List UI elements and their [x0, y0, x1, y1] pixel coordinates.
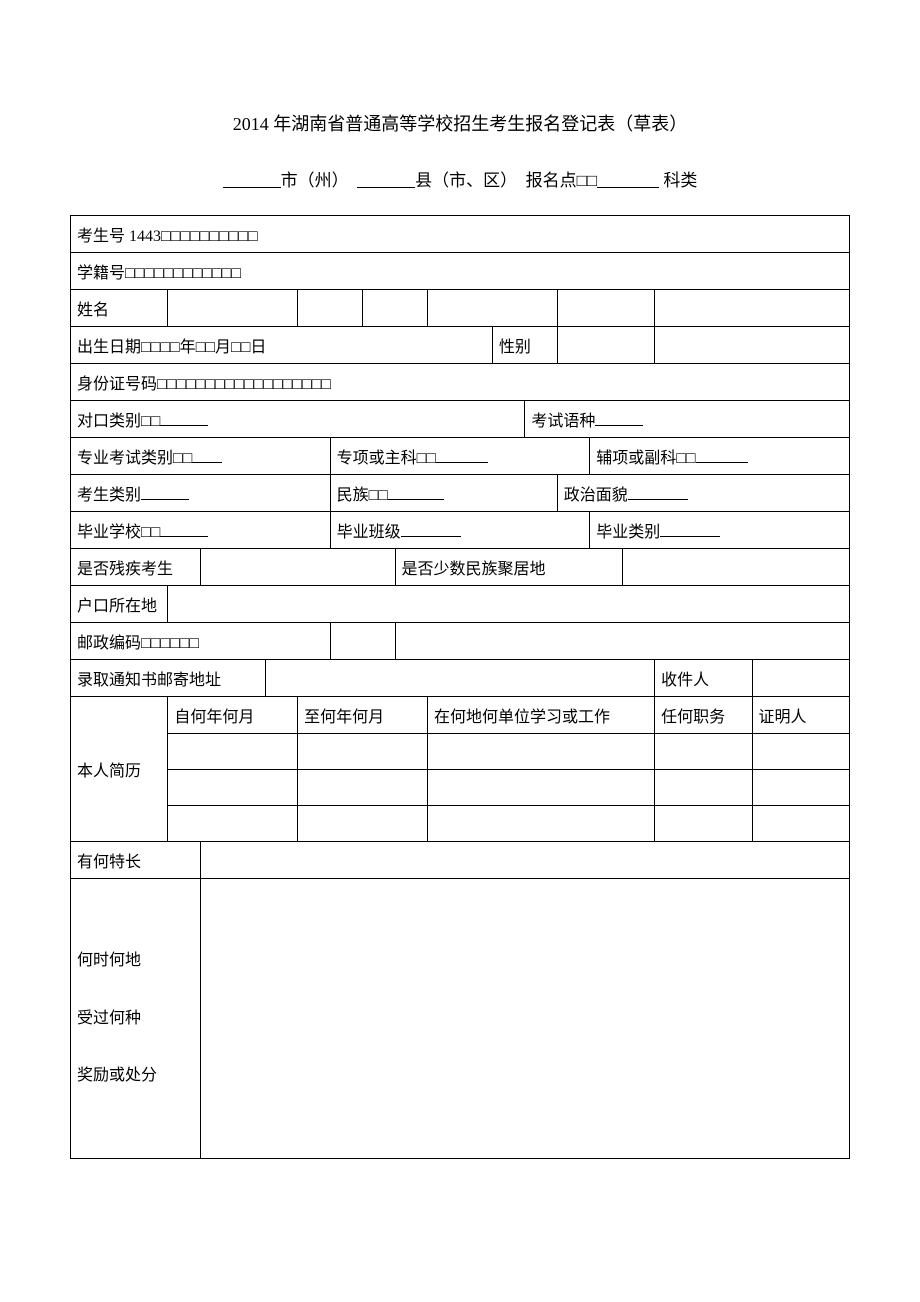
hukou-label: 户口所在地: [71, 586, 168, 623]
reward-value: [200, 879, 849, 1159]
name-cell-5: [557, 290, 654, 327]
resume-r2-c1: [168, 770, 298, 806]
minority-value: [622, 549, 849, 586]
zhengzhi: 政治面貌: [557, 475, 849, 512]
candidate-cat: 考生类别: [71, 475, 331, 512]
pro-test-cat: 专业考试类别□□: [71, 438, 331, 475]
resume-r3-c2: [298, 806, 428, 842]
page-subtitle: 市（州） 县（市、区） 报名点□□ 科类: [70, 166, 850, 191]
resume-duty-label: 任何职务: [655, 697, 752, 734]
idcard-row: 身份证号码□□□□□□□□□□□□□□□□□□: [71, 364, 850, 401]
resume-r1-c5: [752, 734, 849, 770]
postal-cell-3: [395, 623, 849, 660]
form-table: 考生号 1443□□□□□□□□□□ 学籍号□□□□□□□□□□□□ 姓名 出生…: [70, 215, 850, 1159]
grad-class: 毕业班级: [330, 512, 590, 549]
resume-label: 本人简历: [71, 697, 168, 842]
name-cell-2: [298, 290, 363, 327]
page-title: 2014 年湖南省普通高等学校招生考生报名登记表（草表）: [70, 110, 850, 136]
minority-label: 是否少数民族聚居地: [395, 549, 622, 586]
resume-r3-c5: [752, 806, 849, 842]
resume-r3-c4: [655, 806, 752, 842]
sex-label: 性别: [492, 327, 557, 364]
resume-r2-c4: [655, 770, 752, 806]
sex-spacer: [655, 327, 850, 364]
resume-to-label: 至何年何月: [298, 697, 428, 734]
resume-r2-c5: [752, 770, 849, 806]
birth-row: 出生日期□□□□年□□月□□日: [71, 327, 493, 364]
mail-addr-value: [265, 660, 654, 697]
specialty-value: [200, 842, 849, 879]
grad-school: 毕业学校□□: [71, 512, 331, 549]
resume-witness-label: 证明人: [752, 697, 849, 734]
grad-type: 毕业类别: [590, 512, 850, 549]
name-cell-3: [363, 290, 428, 327]
hukou-value: [168, 586, 850, 623]
postal-cell-2: [330, 623, 395, 660]
recipient-value: [752, 660, 849, 697]
postal-left: 邮政编码□□□□□□: [71, 623, 331, 660]
name-cell-1: [168, 290, 298, 327]
resume-r1-c3: [427, 734, 654, 770]
resume-r2-c2: [298, 770, 428, 806]
zhuanxiang: 专项或主科□□: [330, 438, 590, 475]
disability-label: 是否残疾考生: [71, 549, 201, 586]
sex-value: [557, 327, 654, 364]
specialty-label: 有何特长: [71, 842, 201, 879]
disability-value: [200, 549, 395, 586]
duikou-row: 对口类别□□: [71, 401, 525, 438]
fuxiang: 辅项或副科□□: [590, 438, 850, 475]
mail-addr-label: 录取通知书邮寄地址: [71, 660, 266, 697]
minzu: 民族□□: [330, 475, 557, 512]
student-number-row: 学籍号□□□□□□□□□□□□: [71, 253, 850, 290]
recipient-label: 收件人: [655, 660, 752, 697]
reward-label: 何时何地 受过何种 奖励或处分: [71, 879, 201, 1159]
name-cell-4: [427, 290, 557, 327]
resume-r2-c3: [427, 770, 654, 806]
resume-r1-c2: [298, 734, 428, 770]
exam-number-row: 考生号 1443□□□□□□□□□□: [71, 216, 850, 253]
resume-r3-c3: [427, 806, 654, 842]
resume-where-label: 在何地何单位学习或工作: [427, 697, 654, 734]
name-cell-6: [655, 290, 850, 327]
resume-r1-c4: [655, 734, 752, 770]
resume-r1-c1: [168, 734, 298, 770]
resume-from-label: 自何年何月: [168, 697, 298, 734]
exam-lang-row: 考试语种: [525, 401, 850, 438]
name-label: 姓名: [71, 290, 168, 327]
resume-r3-c1: [168, 806, 298, 842]
